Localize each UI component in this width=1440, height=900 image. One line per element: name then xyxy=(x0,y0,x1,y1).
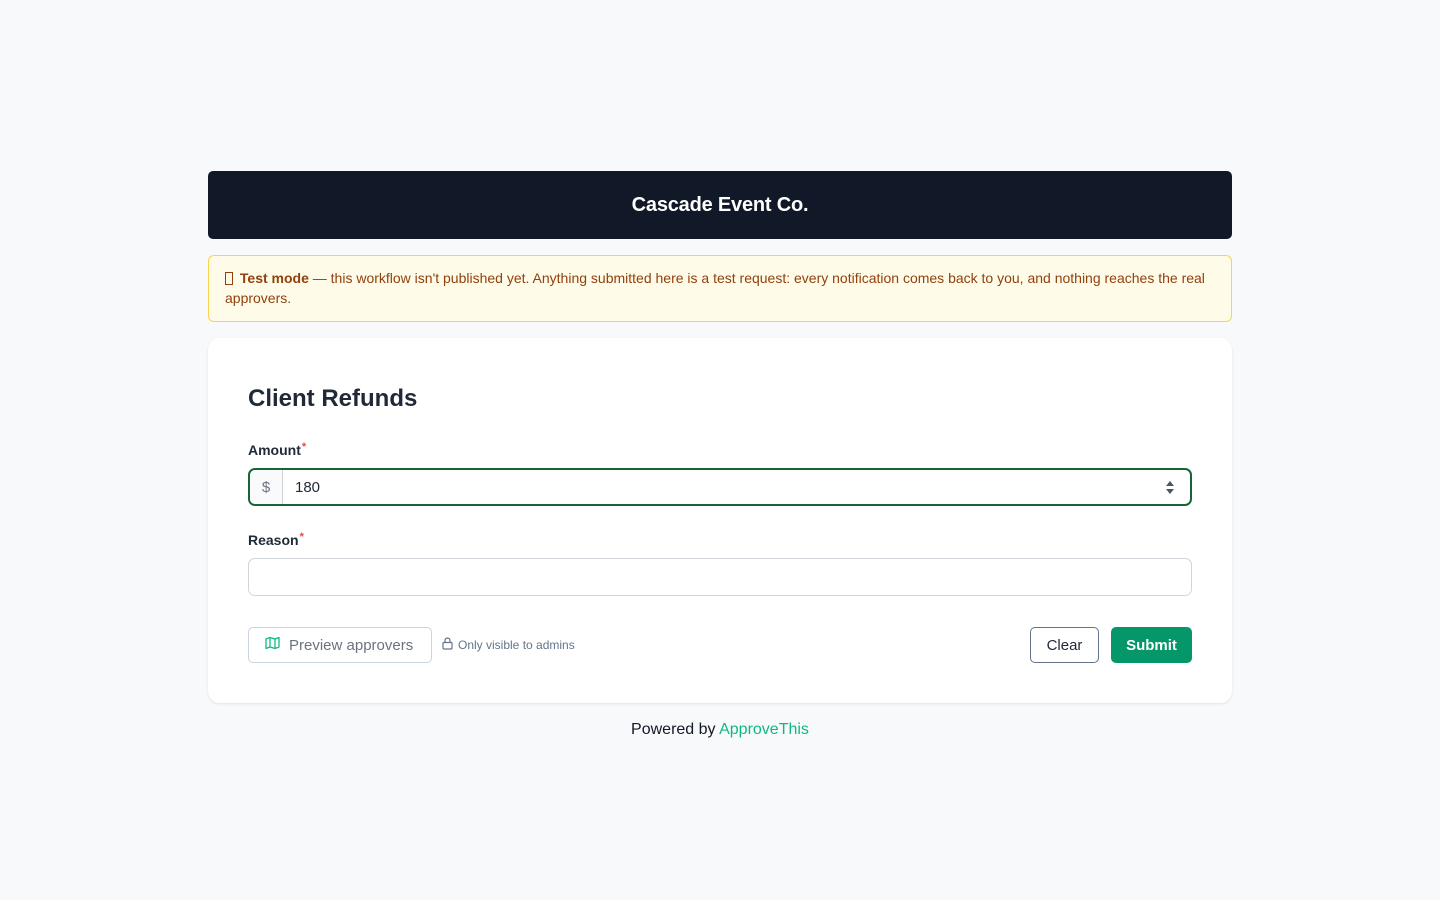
test-mode-banner: Test mode — this workflow isn't publishe… xyxy=(208,255,1232,322)
page-container: Cascade Event Co. Test mode — this workf… xyxy=(208,171,1232,739)
approvethis-link[interactable]: ApproveThis xyxy=(719,721,809,738)
lock-icon xyxy=(442,637,453,653)
test-mode-message: — this workflow isn't published yet. Any… xyxy=(225,270,1205,306)
admin-note-text: Only visible to admins xyxy=(458,638,575,652)
amount-input[interactable] xyxy=(283,470,1150,504)
powered-by-footer: Powered by ApproveThis xyxy=(208,721,1232,739)
brand-header: Cascade Event Co. xyxy=(208,171,1232,239)
reason-label: Reason* xyxy=(248,528,1192,549)
increment-arrow-icon[interactable] xyxy=(1166,480,1174,486)
reason-input[interactable] xyxy=(248,558,1192,596)
form-actions: Preview approvers Only visible to admins… xyxy=(248,627,1192,663)
preview-approvers-button[interactable]: Preview approvers xyxy=(248,627,432,663)
map-icon xyxy=(265,636,280,654)
preview-approvers-label: Preview approvers xyxy=(289,636,414,654)
unknown-glyph-icon xyxy=(225,272,233,285)
form-card: Client Refunds Amount* $ Reason* xyxy=(208,338,1232,703)
required-mark: * xyxy=(299,531,304,543)
amount-field: $ xyxy=(248,468,1192,506)
amount-label: Amount* xyxy=(248,438,1192,459)
amount-label-text: Amount xyxy=(248,442,301,458)
decrement-arrow-icon[interactable] xyxy=(1166,488,1174,494)
reason-label-text: Reason xyxy=(248,532,299,548)
amount-stepper[interactable] xyxy=(1150,470,1190,504)
clear-button[interactable]: Clear xyxy=(1030,627,1099,663)
submit-button[interactable]: Submit xyxy=(1111,627,1192,663)
required-mark: * xyxy=(301,441,307,453)
currency-prefix: $ xyxy=(250,470,283,504)
admin-only-note: Only visible to admins xyxy=(442,637,575,653)
form-title: Client Refunds xyxy=(248,385,418,412)
powered-by-text: Powered by xyxy=(631,721,716,738)
test-mode-label: Test mode xyxy=(239,270,309,286)
company-name: Cascade Event Co. xyxy=(631,193,809,216)
